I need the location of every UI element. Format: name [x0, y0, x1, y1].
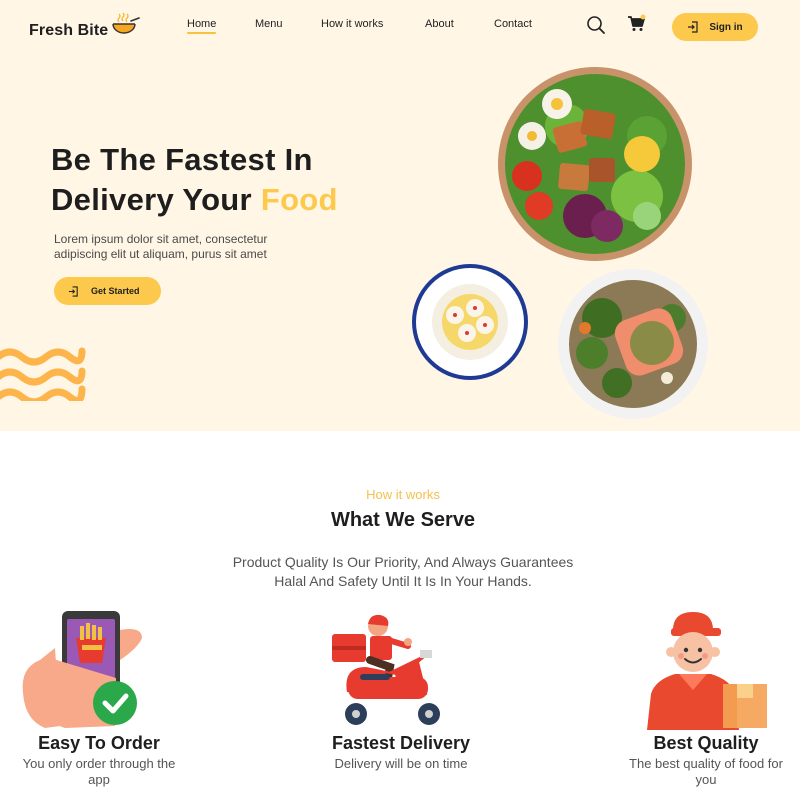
scooter-delivery-icon	[332, 614, 440, 725]
feature-best-quality-desc: The best quality of food for you	[629, 756, 783, 787]
feature-easy-order-desc: You only order through the app	[22, 756, 176, 787]
enter-icon	[68, 285, 78, 297]
hero-title: Be The Fastest In Delivery Your Food	[51, 140, 338, 220]
nav-how-it-works[interactable]: How it works	[321, 18, 383, 30]
feature-fastest-delivery-title: Fastest Delivery	[331, 733, 471, 753]
nav-contact[interactable]: Contact	[494, 18, 532, 30]
feature-fastest-delivery-desc: Delivery will be on time	[334, 756, 468, 771]
search-icon[interactable]	[586, 15, 606, 35]
sign-in-label: Sign in	[709, 21, 743, 33]
ceviche-bowl-image	[412, 264, 528, 380]
feature-easy-order-title: Easy To Order	[38, 733, 160, 753]
top-navbar: Fresh Bite Home Menu How it works About …	[0, 0, 800, 56]
nav-home[interactable]: Home	[187, 18, 217, 34]
nav-menu[interactable]: Menu	[255, 18, 283, 30]
salad-bowl-image	[498, 67, 692, 261]
hero-section: Fresh Bite Home Menu How it works About …	[0, 0, 800, 431]
phone-order-icon	[22, 611, 142, 728]
cart-icon[interactable]	[627, 14, 647, 34]
feature-best-quality-title: Best Quality	[653, 733, 759, 753]
delivery-man-icon	[647, 612, 767, 730]
wave-decoration	[0, 347, 86, 401]
hero-subtitle: Lorem ipsum dolor sit amet, consectetur …	[54, 232, 268, 261]
nav-about[interactable]: About	[425, 18, 454, 30]
sign-in-icon	[688, 21, 698, 33]
section-subtitle-line2: Halal And Safety Until It Is In Your Han…	[274, 573, 532, 589]
hero-title-line1: Be The Fastest In	[51, 142, 313, 177]
get-started-label: Get Started	[91, 286, 140, 296]
section-title: What We Serve	[330, 509, 476, 531]
section-eyebrow: How it works	[366, 487, 440, 502]
salmon-bowl-image	[558, 269, 708, 419]
hero-title-line2: Delivery Your	[51, 182, 261, 217]
get-started-button[interactable]: Get Started	[54, 277, 161, 305]
section-subtitle-line1: Product Quality Is Our Priority, And Alw…	[232, 554, 574, 570]
section-subtitle: Product Quality Is Our Priority, And Alw…	[0, 553, 800, 591]
sign-in-button[interactable]: Sign in	[672, 13, 758, 41]
hero-title-accent: Food	[260, 182, 338, 217]
